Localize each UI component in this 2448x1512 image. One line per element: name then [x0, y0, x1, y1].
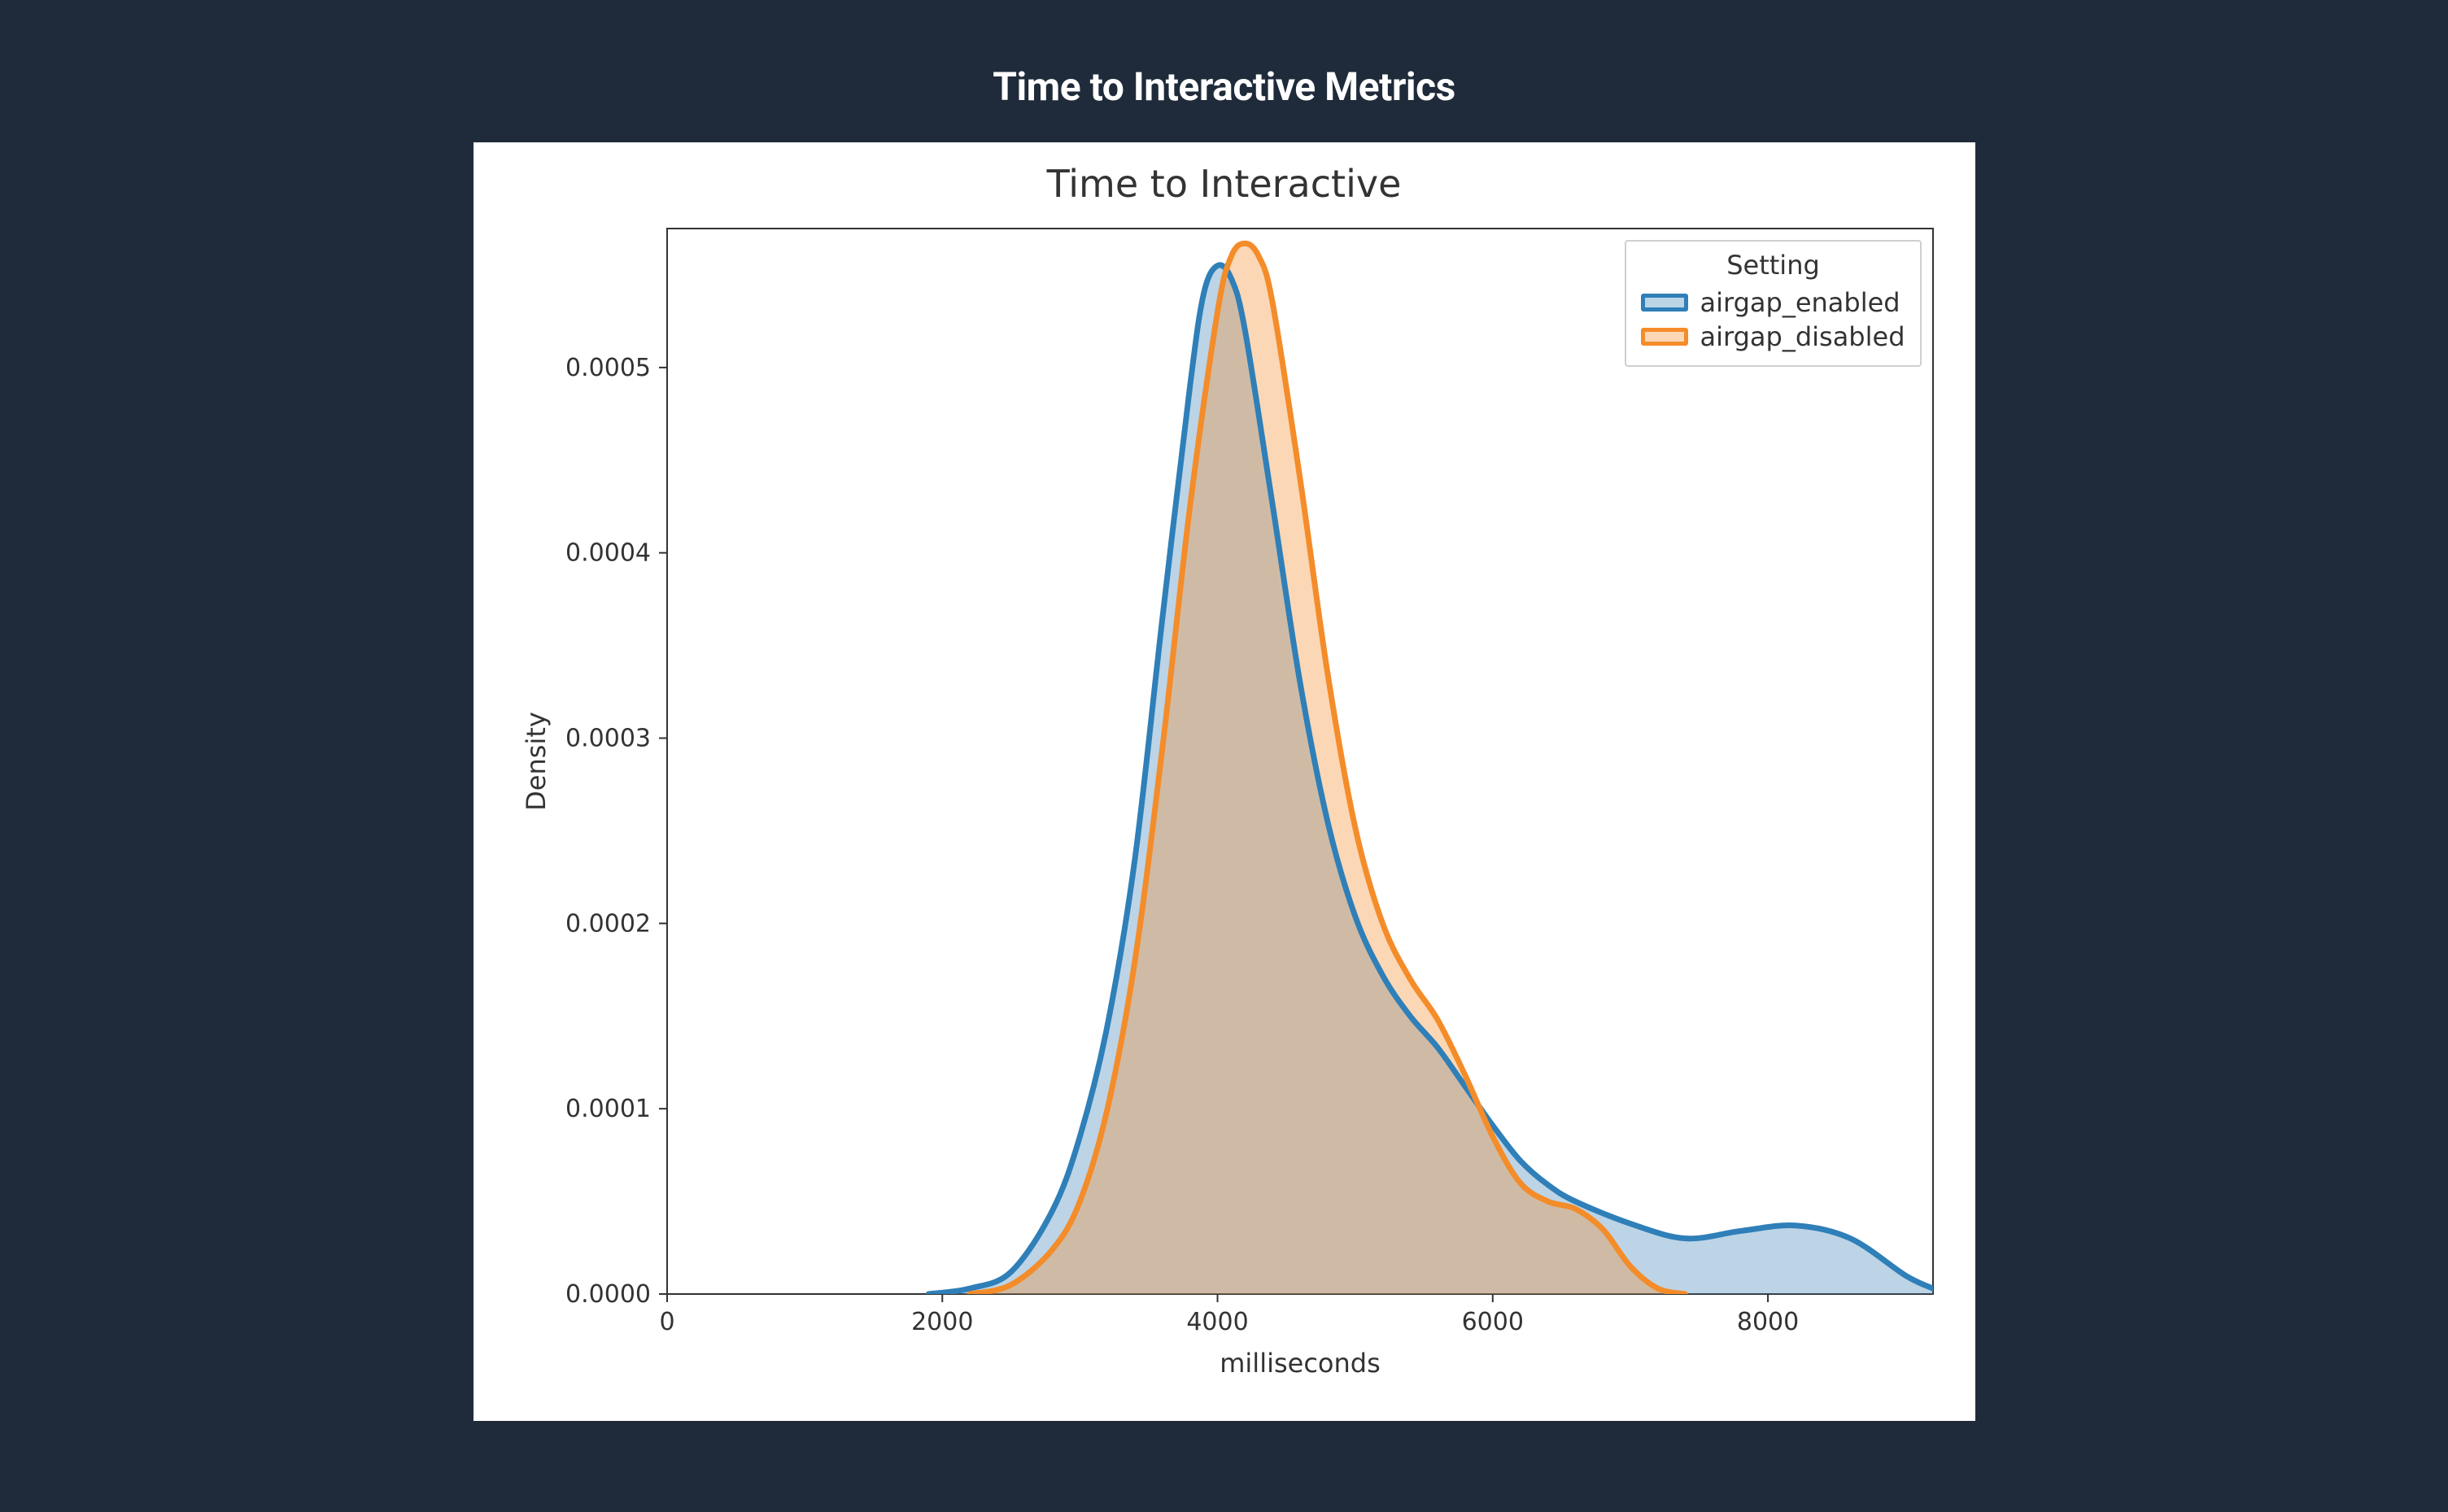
legend-swatch-airgap_enabled	[1641, 294, 1688, 312]
plot-area: 0 2000 4000 6000 8000 milliseconds 0.0000 0.000…	[496, 212, 1953, 1400]
chart-title: Time to Interactive	[496, 162, 1953, 212]
legend-entry-airgap_disabled: airgap_disabled	[1641, 320, 1905, 354]
x-axis-label: milliseconds	[1220, 1348, 1381, 1379]
y-tick-label: 0.0005	[565, 354, 651, 382]
y-tick-label: 0.0001	[565, 1095, 651, 1123]
x-tick-label: 2000	[911, 1308, 973, 1336]
legend-label: airgap_disabled	[1700, 321, 1905, 352]
x-tick-label: 0	[659, 1308, 674, 1336]
legend-label: airgap_enabled	[1700, 287, 1900, 318]
legend-entry-airgap_enabled: airgap_enabled	[1641, 285, 1905, 320]
chart-card: Time to Interactive 0 2000 4000 6000 8000 mil…	[473, 142, 1975, 1421]
y-tick-label: 0.0004	[565, 539, 651, 568]
y-tick-label: 0.0002	[565, 909, 651, 938]
y-tick-label: 0.0000	[565, 1280, 651, 1309]
x-tick-label: 6000	[1461, 1308, 1523, 1336]
legend-title: Setting	[1641, 250, 1905, 285]
x-tick-label: 4000	[1186, 1308, 1248, 1336]
density-chart: 0 2000 4000 6000 8000 milliseconds 0.0000 0.000…	[496, 212, 1953, 1400]
legend-swatch-airgap_disabled	[1641, 328, 1688, 346]
chart-legend: Setting airgap_enabledairgap_disabled	[1625, 240, 1921, 367]
y-axis-label: Density	[521, 712, 552, 811]
y-tick-label: 0.0003	[565, 725, 651, 753]
page-heading: Time to Interactive Metrics	[0, 0, 2448, 142]
x-tick-label: 8000	[1736, 1308, 1798, 1336]
